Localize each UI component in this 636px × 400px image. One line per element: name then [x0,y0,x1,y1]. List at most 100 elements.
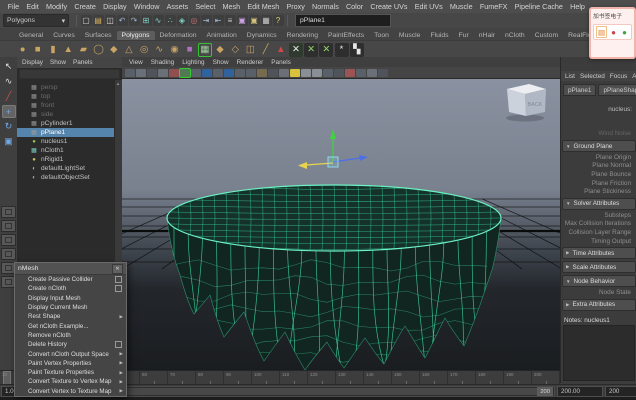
menubar-item[interactable]: Proxy [283,2,309,11]
constraint-x-icon[interactable]: ✕ [319,43,333,57]
output-connections-icon[interactable]: ⇤ [213,15,224,26]
timeline-tick[interactable]: 170 [448,371,476,385]
render-settings-icon[interactable]: ▦ [261,15,272,26]
menubar-item[interactable]: Create [71,2,100,11]
polygon-plane-icon[interactable]: ▰ [76,43,90,57]
safe-title-icon[interactable] [312,69,322,77]
menubar-item[interactable]: Assets [163,2,192,11]
redo-icon[interactable]: ↷ [129,15,140,26]
nmesh-menu-item[interactable]: Display Current Mesh [15,303,126,312]
shelf-tab[interactable]: PaintEffects [323,31,369,40]
outliner-item-defaultobjectset[interactable]: ◐ defaultObjectSet [17,173,122,182]
option-box-icon[interactable] [115,341,122,348]
joint-x-icon[interactable]: ✕ [289,43,303,57]
timeline-tick[interactable]: 180 [476,371,504,385]
menubar-item[interactable]: Select [192,2,219,11]
paint-select-tool-icon[interactable]: ╱ [2,90,16,103]
viewport-menu-item[interactable]: Panels [271,59,291,66]
range-slider[interactable]: 1 200 [99,386,555,397]
layout-four-view-button[interactable] [1,220,16,232]
attribute-editor-menu-item[interactable]: Attributes [632,73,636,80]
attribute-editor-tab[interactable]: pPlaneShape1 [598,84,636,96]
attribute-editor-tab[interactable]: pPlane1 [563,84,596,96]
menubar-item[interactable]: FumeFX [476,2,511,11]
new-scene-icon[interactable]: ▢ [81,15,92,26]
timeline-tick[interactable]: 60 [140,371,168,385]
shelf-tab[interactable]: Muscle [394,31,426,40]
outliner-menu-item[interactable]: Panels [73,59,93,66]
snap-view-icon[interactable]: ◈ [177,15,188,26]
make-live-icon[interactable]: ◎ [189,15,200,26]
select-tool-icon[interactable]: ↖ [2,60,16,73]
outliner-item-front[interactable]: ▦ front [17,101,122,110]
gate-mask-icon[interactable] [290,69,300,77]
red-badge-icon[interactable]: ● [609,27,618,37]
outliner-search-bar[interactable] [19,69,120,79]
textured-display-icon[interactable] [202,69,212,77]
attribute-editor-menu-item[interactable]: Focus [610,73,627,80]
nmesh-menu-item[interactable]: Display Input Mesh [15,294,126,303]
shelf-tab[interactable]: Rendering [282,31,323,40]
star-tool-icon[interactable]: * [335,43,349,57]
timeline-tick[interactable]: 130 [336,371,364,385]
timeline-tick[interactable]: 90 [224,371,252,385]
section-solver-attributes[interactable]: ▼ Solver Attributes [562,198,636,210]
bookmark-icon[interactable] [136,69,146,77]
menubar-item[interactable]: Window [130,2,163,11]
viewport-menu-item[interactable]: Lighting [182,59,204,66]
safe-action-icon[interactable] [301,69,311,77]
snap-curve-icon[interactable]: ∿ [153,15,164,26]
chart-icon[interactable]: ▤ [596,26,607,38]
construction-history-icon[interactable]: ≡ [225,15,236,26]
timeline-tick[interactable]: 100 [252,371,280,385]
split-polygon-icon[interactable]: ╱ [259,43,273,57]
shelf-tab[interactable]: Custom [530,31,563,40]
snap-point-icon[interactable]: ∴ [165,15,176,26]
timeline-tick[interactable]: 190 [504,371,532,385]
attribute-editor-menu-item[interactable]: List [565,73,575,80]
ik-x-icon[interactable]: ✕ [304,43,318,57]
attribute-editor-menu-item[interactable]: Selected [580,73,605,80]
polygon-cube-icon[interactable]: ■ [31,43,45,57]
polygon-prism-icon[interactable]: ◆ [107,43,121,57]
bridge-icon[interactable]: ◫ [243,43,257,57]
outliner-menu-item[interactable]: Show [50,59,66,66]
outliner-item-nucleus1[interactable]: ● nucleus1 [17,137,122,146]
shelf-tab[interactable]: Fur [454,31,474,40]
menubar-item[interactable]: Help [567,2,589,11]
lasso-select-tool-icon[interactable]: ∿ [2,75,16,88]
polygon-torus-icon[interactable]: ◯ [92,43,106,57]
timeline-tick[interactable]: 120 [308,371,336,385]
nmesh-menu-item[interactable]: Paint Vertex Properties ▶ [15,359,126,368]
menubar-item[interactable]: Edit [23,2,43,11]
polygon-helix-icon[interactable]: ∿ [152,43,166,57]
menubar-item[interactable]: Edit UVs [411,2,446,11]
menubar-item[interactable]: Modify [42,2,70,11]
nmesh-menu-item[interactable]: Convert nCloth Output Space ▶ [15,349,126,358]
xray-icon[interactable] [246,69,256,77]
scale-tool-icon[interactable]: ▣ [2,135,16,148]
image-plane-icon[interactable] [147,69,157,77]
rotate-tool-icon[interactable]: ↻ [2,120,16,133]
section-extra-attributes[interactable]: ▶ Extra Attributes [562,299,636,311]
menubar-item[interactable]: Color [342,2,366,11]
lighting-toggle-icon[interactable] [213,69,223,77]
outliner-item-persp[interactable]: ▦ persp [17,83,122,92]
viewport-menu-item[interactable]: Shading [151,59,174,66]
timeline-tick[interactable]: 110 [280,371,308,385]
polygon-cone-icon[interactable]: ▲ [61,43,75,57]
input-connections-icon[interactable]: ⇥ [201,15,212,26]
multi-pass-icon[interactable] [378,69,388,77]
outliner-item-nrigid1[interactable]: ● nRigid1 [17,155,122,164]
polygon-soccer-icon[interactable]: ◉ [167,43,181,57]
frame-all-icon[interactable] [323,69,333,77]
shelf-tab[interactable]: Surfaces [80,31,117,40]
polygon-pyramid-icon[interactable]: △ [122,43,136,57]
render-current-frame-icon[interactable]: ▣ [237,15,248,26]
nmesh-menu-item[interactable]: Rest Shape ▶ [15,312,126,321]
ipr-render-icon[interactable]: ▣ [249,15,260,26]
save-scene-icon[interactable]: ◫ [105,15,116,26]
option-box-icon[interactable] [115,276,122,283]
smooth-mesh-icon[interactable]: ▦ [198,43,212,57]
viewport-menu-item[interactable]: View [129,59,143,66]
